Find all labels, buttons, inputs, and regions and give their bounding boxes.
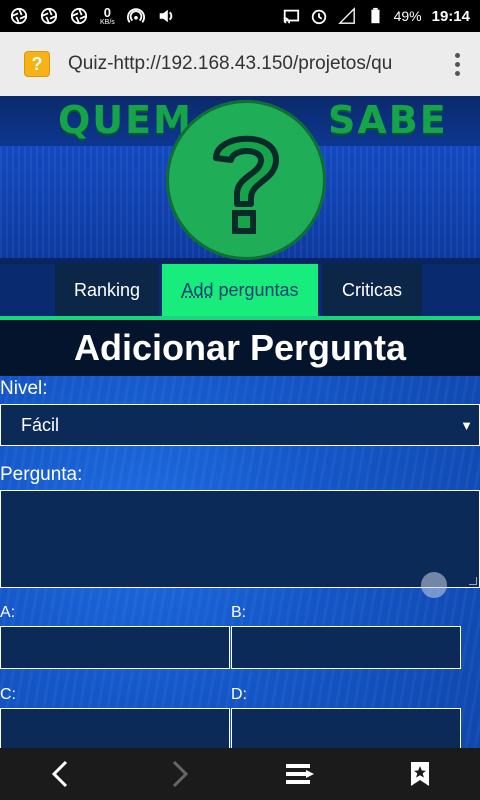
overflow-menu-icon[interactable] [449, 47, 466, 82]
option-d-input[interactable] [231, 708, 461, 748]
nivel-selected-value: Fácil [21, 414, 60, 435]
page-title: Adicionar Pergunta [0, 320, 480, 376]
question-mark-logo [166, 100, 326, 260]
signal-icon [337, 7, 355, 24]
nivel-label: Nivel: [0, 378, 48, 399]
alarm-icon [311, 9, 326, 25]
battery-percent: 49% [393, 8, 422, 24]
option-a-label: A: [0, 604, 16, 621]
option-d-label: D: [231, 686, 247, 703]
nav-menu: Ranking Add perguntas Criticas [0, 264, 480, 320]
aperture-icon [10, 7, 28, 25]
battery-icon [370, 7, 380, 24]
browser-bottom-bar [0, 748, 480, 800]
clock: 19:14 [431, 7, 470, 25]
tabs-button[interactable] [270, 748, 330, 800]
touch-indicator [421, 572, 447, 598]
status-bar: 0 KB/s 49% 19:14 [0, 0, 480, 32]
url-text[interactable]: Quiz-http://192.168.43.150/projetos/qu [68, 53, 408, 75]
resize-handle-icon[interactable] [469, 577, 477, 585]
favicon-icon: ? [24, 51, 50, 77]
back-button[interactable] [30, 748, 90, 800]
tab-add-label-rest: perguntas [213, 279, 299, 300]
tabs-icon [286, 764, 314, 784]
bookmark-star-icon [411, 762, 429, 786]
network-speed-unit: KB/s [100, 19, 115, 26]
pergunta-label: Pergunta: [0, 464, 83, 485]
header-banner: QUEM SABE [0, 96, 480, 264]
network-speed-value: 0 [103, 5, 112, 20]
question-mark-icon [213, 135, 279, 234]
option-a-input[interactable] [0, 626, 230, 669]
tab-criticas[interactable]: Criticas [322, 264, 422, 316]
chevron-right-icon [172, 760, 189, 788]
tab-add-perguntas[interactable]: Add perguntas [162, 264, 318, 316]
nivel-select[interactable]: Fácil ▼ [0, 404, 480, 446]
cast-icon [283, 9, 299, 24]
bookmark-button[interactable] [390, 748, 450, 800]
dropdown-arrow-icon: ▼ [460, 417, 473, 433]
hotspot-icon [126, 8, 145, 23]
option-b-input[interactable] [231, 626, 461, 669]
tab-ranking[interactable]: Ranking [55, 264, 159, 316]
volume-icon [159, 9, 173, 23]
option-c-input[interactable] [0, 708, 230, 748]
chevron-left-icon [51, 760, 68, 788]
option-b-label: B: [231, 604, 247, 621]
network-speed: 0 KB/s [100, 6, 115, 26]
tab-add-label-underlined: Add [181, 279, 214, 300]
aperture-icon [40, 7, 58, 25]
pergunta-textarea[interactable] [0, 490, 480, 588]
browser-url-bar: ? Quiz-http://192.168.43.150/projetos/qu [0, 32, 480, 96]
logo-word-left: QUEM [58, 98, 193, 142]
aperture-icon [70, 7, 88, 25]
option-c-label: C: [0, 686, 16, 703]
add-question-form: Nivel: Fácil ▼ Pergunta: A: B: C: D: [0, 376, 480, 748]
logo-word-right: SABE [328, 98, 448, 142]
forward-button[interactable] [150, 748, 210, 800]
